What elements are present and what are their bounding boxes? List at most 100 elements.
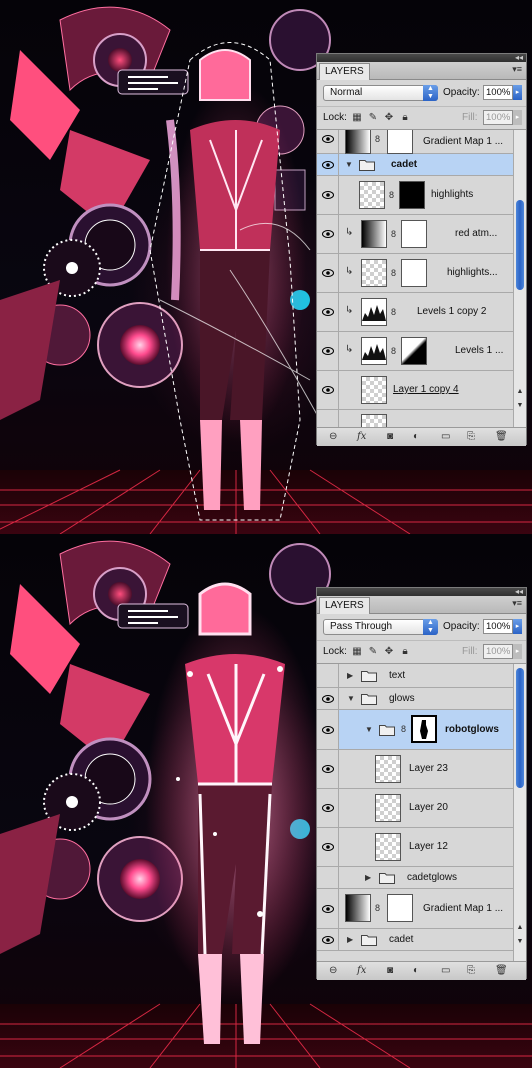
layer-row[interactable]: ▶ cadetglows xyxy=(317,867,514,889)
fill-input[interactable]: 100% xyxy=(483,644,513,659)
eye-icon[interactable] xyxy=(317,410,339,427)
panel-footer: ⊖ fx ◙ ◐ ▭ ⎘ 🗑︎ xyxy=(317,427,526,446)
new-layer-icon[interactable]: ⎘ xyxy=(467,431,475,442)
layer-row[interactable]: Layer 20 xyxy=(317,789,514,828)
lock-move-icon[interactable]: ✥ xyxy=(383,112,395,124)
blend-mode-select[interactable]: Pass Through ▲ ▼ xyxy=(323,619,438,635)
fill-input[interactable]: 100% xyxy=(483,110,513,125)
fill-arrow-icon[interactable]: ▸ xyxy=(513,644,522,659)
collapse-icon[interactable]: ◂◂ xyxy=(515,53,523,62)
layer-row[interactable]: ▼ glows xyxy=(317,688,514,710)
link-icon[interactable]: ⊖ xyxy=(329,965,337,976)
lock-move-icon[interactable]: ✥ xyxy=(383,646,395,658)
lock-brush-icon[interactable]: ✎ xyxy=(367,646,379,658)
layer-row[interactable]: ↳ 8 red atm... xyxy=(317,215,514,254)
link-icon: 8 xyxy=(389,190,395,200)
panel-menu-icon[interactable]: ▾≡ xyxy=(512,598,522,609)
clip-arrow-icon: ↳ xyxy=(345,266,354,277)
fill-arrow-icon[interactable]: ▸ xyxy=(513,110,522,125)
layer-row[interactable]: ↳ 8 highlights... xyxy=(317,254,514,293)
eye-icon[interactable] xyxy=(317,929,339,950)
layer-row[interactable] xyxy=(317,410,514,427)
eye-icon[interactable] xyxy=(317,371,339,409)
adjustment-icon[interactable]: ◐ xyxy=(413,431,419,442)
lock-transparency-icon[interactable]: ▦ xyxy=(351,646,363,658)
chevron-down-icon[interactable]: ▼ xyxy=(347,694,355,703)
new-layer-icon[interactable]: ⎘ xyxy=(467,965,475,976)
chevron-right-icon[interactable]: ▶ xyxy=(347,671,353,680)
tab-layers[interactable]: LAYERS xyxy=(319,63,370,80)
layer-row[interactable]: ↳ 8 Levels 1 copy 2 xyxy=(317,293,514,332)
fx-icon[interactable]: fx xyxy=(357,965,366,976)
trash-icon[interactable]: 🗑︎ xyxy=(495,965,508,976)
tab-layers[interactable]: LAYERS xyxy=(319,597,370,614)
link-icon[interactable]: ⊖ xyxy=(329,431,337,442)
chevron-right-icon[interactable]: ▶ xyxy=(365,873,371,882)
eye-icon[interactable] xyxy=(317,664,339,687)
eye-icon[interactable] xyxy=(317,867,339,888)
eye-icon[interactable] xyxy=(317,154,339,175)
eye-icon[interactable] xyxy=(317,176,339,214)
scroll-down-icon[interactable]: ▼ xyxy=(514,400,526,412)
layer-row[interactable]: ▼ 8 robotglows xyxy=(317,710,514,750)
scroll-up-icon[interactable]: ▲ xyxy=(514,386,526,398)
layer-row[interactable]: Layer 12 xyxy=(317,828,514,867)
scrollbar[interactable]: ▲ ▼ xyxy=(513,664,526,961)
group-icon[interactable]: ▭ xyxy=(441,431,450,442)
trash-icon[interactable]: 🗑︎ xyxy=(495,431,508,442)
blend-mode-select[interactable]: Normal ▲ ▼ xyxy=(323,85,438,101)
levels-thumbnail xyxy=(361,298,387,326)
layer-thumbnail xyxy=(375,794,401,822)
eye-icon[interactable] xyxy=(317,293,339,331)
lock-all-icon[interactable]: 🔒︎ xyxy=(399,646,411,658)
layer-row[interactable]: Layer 1 copy 4 xyxy=(317,371,514,410)
layer-row[interactable]: Layer 23 xyxy=(317,750,514,789)
eye-icon[interactable] xyxy=(317,254,339,292)
eye-icon[interactable] xyxy=(317,750,339,788)
layer-row[interactable]: 8 highlights xyxy=(317,176,514,215)
eye-icon[interactable] xyxy=(317,215,339,253)
layer-row[interactable]: 8 Gradient Map 1 ... xyxy=(317,130,514,154)
scroll-up-icon[interactable]: ▲ xyxy=(514,922,526,934)
eye-icon[interactable] xyxy=(317,130,339,153)
folder-icon xyxy=(361,694,377,705)
mask-icon[interactable]: ◙ xyxy=(387,965,393,976)
eye-icon[interactable] xyxy=(317,332,339,370)
opacity-input[interactable]: 100% xyxy=(483,619,513,634)
eye-icon[interactable] xyxy=(317,889,339,928)
chevron-right-icon[interactable]: ▶ xyxy=(347,935,353,944)
mask-icon[interactable]: ◙ xyxy=(387,431,393,442)
layer-row[interactable]: ▼ cadet xyxy=(317,154,514,176)
eye-icon[interactable] xyxy=(317,789,339,827)
adjustment-icon[interactable]: ◐ xyxy=(413,965,419,976)
eye-icon[interactable] xyxy=(317,828,339,866)
scroll-down-icon[interactable]: ▼ xyxy=(514,936,526,948)
opacity-arrow-icon[interactable]: ▸ xyxy=(513,619,522,634)
lock-transparency-icon[interactable]: ▦ xyxy=(351,112,363,124)
adjustment-thumbnail xyxy=(361,220,387,248)
scroll-thumb[interactable] xyxy=(516,668,524,788)
mask-thumbnail xyxy=(387,894,413,922)
group-icon[interactable]: ▭ xyxy=(441,965,450,976)
collapse-icon[interactable]: ◂◂ xyxy=(515,587,523,596)
chevron-down-icon[interactable]: ▼ xyxy=(345,160,353,169)
panel-titlebar: ◂◂ xyxy=(317,587,526,596)
mask-thumbnail xyxy=(387,130,413,154)
chevron-down-icon[interactable]: ▼ xyxy=(365,725,373,734)
layer-row[interactable]: 8 Gradient Map 1 ... xyxy=(317,889,514,929)
scroll-thumb[interactable] xyxy=(516,200,524,290)
lock-brush-icon[interactable]: ✎ xyxy=(367,112,379,124)
fx-icon[interactable]: fx xyxy=(357,431,366,442)
layer-name: Gradient Map 1 ... xyxy=(423,136,504,147)
scrollbar[interactable]: ▲ ▼ xyxy=(513,130,526,427)
layer-row[interactable]: ▶ cadet xyxy=(317,929,514,951)
lock-all-icon[interactable]: 🔒︎ xyxy=(399,112,411,124)
lock-label: Lock: xyxy=(323,646,347,657)
layer-row[interactable]: ↳ 8 Levels 1 ... xyxy=(317,332,514,371)
panel-menu-icon[interactable]: ▾≡ xyxy=(512,64,522,75)
opacity-arrow-icon[interactable]: ▸ xyxy=(513,85,522,100)
eye-icon[interactable] xyxy=(317,710,339,749)
layer-row[interactable]: ▶ text xyxy=(317,664,514,688)
opacity-input[interactable]: 100% xyxy=(483,85,513,100)
eye-icon[interactable] xyxy=(317,688,339,709)
